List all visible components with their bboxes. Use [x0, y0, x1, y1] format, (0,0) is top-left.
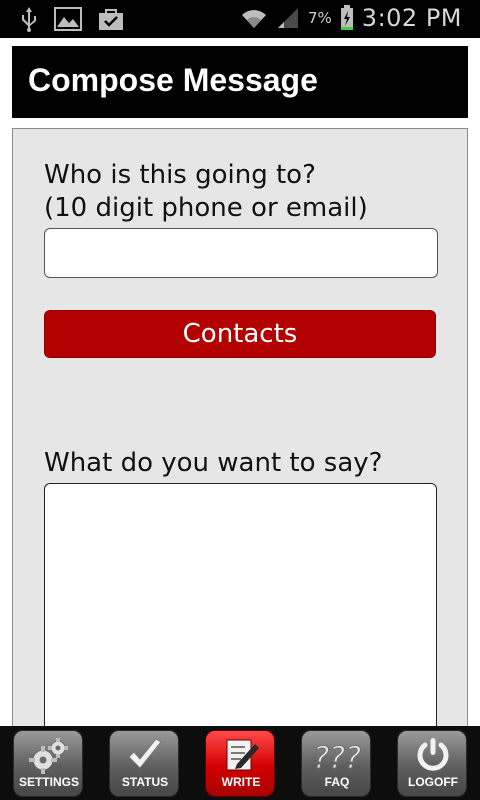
- nav-logoff-label: LOGOFF: [408, 775, 458, 789]
- battery-percent: 7%: [308, 9, 332, 27]
- nav-write-label: WRITE: [221, 775, 261, 789]
- nav-faq-button[interactable]: ??? FAQ: [301, 730, 371, 797]
- nav-logoff-button[interactable]: LOGOFF: [397, 730, 467, 797]
- nav-settings-label: SETTINGS: [18, 775, 79, 789]
- nav-status-label: STATUS: [121, 775, 169, 789]
- signal-icon: [276, 6, 300, 30]
- battery-icon: [340, 5, 354, 31]
- nav-status-button[interactable]: STATUS: [109, 730, 179, 797]
- nav-settings-button[interactable]: SETTINGS: [13, 730, 83, 797]
- bottom-nav: SETTINGS STATUS WRITE ??? FAQ LOGOFF: [0, 726, 480, 800]
- recipient-input[interactable]: [44, 228, 438, 278]
- gears-icon: [14, 735, 84, 777]
- pencil-note-icon: [206, 735, 276, 777]
- checkmark-icon: [110, 735, 180, 777]
- wifi-icon: [240, 6, 268, 30]
- nav-faq-label: FAQ: [324, 775, 350, 789]
- recipient-label: Who is this going to?: [44, 160, 316, 190]
- contacts-button[interactable]: Contacts: [44, 310, 436, 358]
- shopping-bag-icon: [98, 7, 124, 31]
- image-icon: [54, 7, 82, 31]
- usb-icon: [20, 6, 38, 32]
- compose-form: Who is this going to? (10 digit phone or…: [12, 128, 468, 800]
- message-textarea[interactable]: [44, 483, 437, 743]
- question-marks-icon: ???: [302, 735, 372, 777]
- page-header: Compose Message: [12, 46, 468, 118]
- status-bar-time: 3:02 PM: [361, 4, 462, 32]
- recipient-hint: (10 digit phone or email): [44, 193, 368, 223]
- message-label: What do you want to say?: [44, 448, 383, 478]
- power-icon: [398, 735, 468, 777]
- page-title: Compose Message: [28, 62, 318, 98]
- nav-write-button[interactable]: WRITE: [205, 730, 275, 797]
- status-bar-system: 7% 3:02 PM: [240, 4, 462, 32]
- status-bar-notifications: [20, 6, 124, 32]
- svg-text:???: ???: [313, 741, 361, 776]
- status-bar: 7% 3:02 PM: [0, 0, 480, 38]
